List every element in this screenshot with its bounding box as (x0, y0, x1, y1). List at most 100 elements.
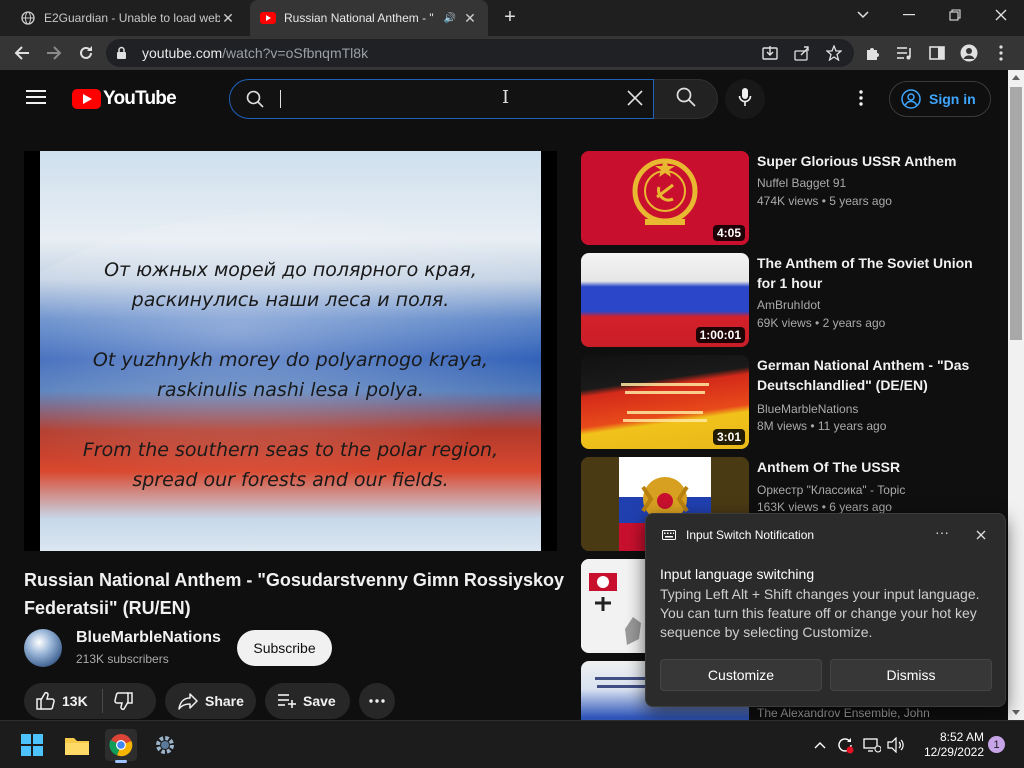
scroll-up-arrow-icon[interactable] (1012, 75, 1020, 80)
video-thumbnail[interactable]: 3:01 (581, 355, 749, 449)
dislike-thumb-icon[interactable] (113, 691, 133, 711)
lyric-line: Ot yuzhnykh morey do polyarnogo kraya, (92, 349, 489, 371)
recommended-title[interactable]: The Anthem of The Soviet Union for 1 hou… (757, 253, 977, 293)
clear-search-icon[interactable] (626, 89, 644, 112)
recommended-video[interactable]: 1:00:01 The Anthem of The Soviet Union f… (581, 253, 991, 347)
scroll-down-arrow-icon[interactable] (1012, 710, 1020, 715)
recommended-channel[interactable]: Оркестр "Классика" - Topic (757, 483, 905, 497)
more-actions-button[interactable] (359, 683, 395, 719)
search-input[interactable] (276, 88, 616, 110)
back-button[interactable] (9, 40, 35, 66)
settings-more-icon[interactable] (849, 86, 873, 110)
video-duration: 4:05 (712, 225, 745, 241)
extensions-puzzle-icon[interactable] (862, 42, 884, 64)
tab-title: Russian National Anthem - " (284, 11, 434, 25)
search-box[interactable]: I (229, 79, 654, 119)
lyric-line: spread our forests and our fields. (132, 469, 449, 491)
voice-search-button[interactable] (725, 79, 765, 119)
lyric-line: raskinulis nashi lesa i polya. (157, 379, 424, 401)
customize-button[interactable]: Customize (660, 659, 822, 691)
channel-avatar[interactable] (24, 629, 62, 667)
address-bar[interactable]: youtube.com/watch?v=oSfbnqmTl8k (106, 39, 854, 67)
file-explorer-icon[interactable] (61, 729, 93, 761)
side-panel-icon[interactable] (926, 42, 948, 64)
recommended-title[interactable]: Anthem Of The USSR (757, 457, 977, 477)
close-window-button[interactable] (978, 0, 1024, 30)
text-caret (280, 90, 281, 108)
tab-search-button[interactable] (840, 0, 886, 30)
show-hidden-icons-chevron-icon[interactable] (810, 735, 830, 755)
recommended-channel[interactable]: Nuffel Bagget 91 (757, 176, 846, 190)
more-horizontal-icon (369, 699, 385, 703)
windows-taskbar: 8:52 AM 12/29/2022 1 (0, 720, 1024, 768)
save-button[interactable]: Save (265, 683, 350, 719)
bookmark-star-icon[interactable] (824, 43, 844, 63)
notification-app-name: Input Switch Notification (686, 528, 815, 542)
taskbar-clock[interactable]: 8:52 AM 12/29/2022 (912, 730, 984, 760)
page-scrollbar[interactable] (1008, 70, 1024, 720)
media-control-icon[interactable] (894, 42, 916, 64)
share-page-icon[interactable] (792, 43, 812, 63)
view-count: 8M views (757, 419, 808, 433)
recommended-video[interactable]: 3:01 German National Anthem - "Das Deuts… (581, 355, 991, 449)
notification-close-icon[interactable] (972, 526, 990, 544)
keyboard-icon (662, 530, 676, 540)
network-icon[interactable] (862, 735, 882, 755)
subscribe-button[interactable]: Subscribe (237, 630, 332, 666)
recommended-channel[interactable]: AmBruhIdot (757, 298, 820, 312)
recommended-title[interactable]: Super Glorious USSR Anthem (757, 151, 977, 171)
lock-icon[interactable] (116, 46, 130, 60)
recommended-meta: 474K views • 5 years ago (757, 194, 892, 208)
like-count[interactable]: 13K (62, 693, 88, 709)
recommended-meta: 8M views • 11 years ago (757, 419, 887, 433)
chrome-taskbar-icon[interactable] (105, 729, 137, 763)
recommended-video[interactable]: 4:05 Super Glorious USSR Anthem Nuffel B… (581, 151, 991, 245)
windows-start-icon[interactable] (16, 729, 48, 761)
account-circle-icon (901, 89, 921, 109)
hamburger-menu-icon[interactable] (24, 86, 48, 110)
sign-in-button[interactable]: Sign in (889, 81, 991, 117)
like-thumb-icon[interactable] (36, 691, 56, 711)
restore-button[interactable] (932, 0, 978, 30)
video-frame[interactable]: От южных морей до полярного края, раскин… (40, 151, 541, 551)
video-title: Russian National Anthem - "Gosudarstvenn… (24, 570, 564, 618)
youtube-favicon-icon (260, 10, 276, 26)
dismiss-button[interactable]: Dismiss (830, 659, 992, 691)
video-thumbnail[interactable]: 1:00:01 (581, 253, 749, 347)
search-button[interactable] (654, 79, 718, 119)
youtube-logo[interactable]: YouTube (72, 88, 177, 110)
recommended-channel[interactable]: BlueMarbleNations (757, 402, 858, 416)
browser-tab-e2guardian[interactable]: E2Guardian - Unable to load web ✕ (10, 0, 246, 36)
reload-button[interactable] (73, 40, 99, 66)
search-icon (676, 87, 696, 112)
update-sync-icon[interactable] (835, 735, 855, 755)
search-icon (246, 90, 264, 113)
notification-heading: Input language switching (660, 566, 815, 582)
recommended-meta: 163K views • 6 years ago (757, 500, 892, 514)
scrollbar-thumb[interactable] (1010, 87, 1022, 340)
recommended-channel[interactable]: The Alexandrov Ensemble, John (757, 706, 930, 720)
video-thumbnail[interactable]: 4:05 (581, 151, 749, 245)
audio-playing-icon[interactable]: 🔊 (444, 13, 456, 24)
forward-button[interactable] (41, 40, 67, 66)
settings-gear-icon[interactable] (149, 729, 181, 761)
install-app-icon[interactable] (760, 43, 780, 63)
channel-name[interactable]: BlueMarbleNations (76, 629, 221, 647)
view-count: 474K views (757, 194, 819, 208)
notification-more-icon[interactable]: ··· (932, 524, 952, 540)
tab-close-icon[interactable]: ✕ (462, 10, 478, 27)
profile-avatar-icon[interactable] (958, 42, 980, 64)
video-player[interactable]: От южных морей до полярного края, раскин… (24, 151, 557, 551)
new-tab-button[interactable]: + (498, 6, 522, 30)
minimize-button[interactable] (886, 0, 932, 30)
clock-time: 8:52 AM (939, 730, 984, 744)
tab-close-icon[interactable]: ✕ (220, 10, 236, 27)
recommended-title[interactable]: German National Anthem - "Das Deutschlan… (757, 355, 977, 395)
video-duration: 3:01 (712, 429, 745, 445)
volume-icon[interactable] (886, 735, 906, 755)
chrome-menu-icon[interactable] (990, 42, 1012, 64)
share-button[interactable]: Share (165, 683, 256, 719)
globe-icon (20, 10, 36, 26)
browser-tab-youtube[interactable]: Russian National Anthem - " 🔊 ✕ (250, 0, 488, 36)
notification-count-badge[interactable]: 1 (988, 736, 1005, 753)
